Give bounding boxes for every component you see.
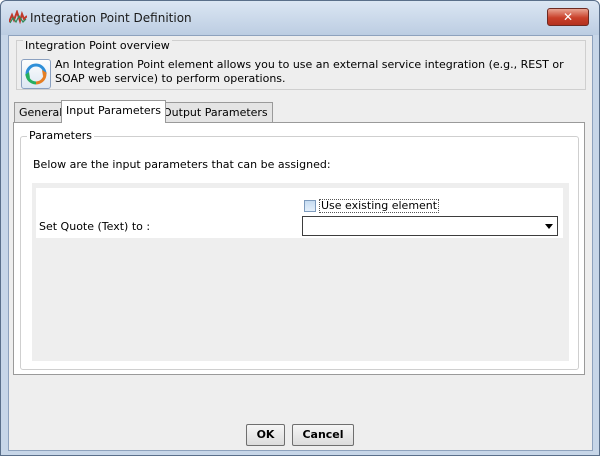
overview-title: Integration Point overview: [23, 39, 172, 52]
integration-refresh-icon: [21, 59, 51, 89]
parameters-description: Below are the input parameters that can …: [33, 158, 331, 171]
cancel-button[interactable]: Cancel: [292, 424, 354, 446]
tab-output-parameters[interactable]: Output Parameters: [158, 102, 273, 122]
overview-description: An Integration Point element allows you …: [55, 58, 564, 85]
set-quote-label: Set Quote (Text) to :: [39, 220, 151, 233]
input-parameters-panel: Parameters Below are the input parameter…: [13, 122, 585, 375]
close-button[interactable]: ✕: [547, 8, 589, 26]
use-existing-element-checkbox[interactable]: [304, 200, 316, 212]
title-bar[interactable]: Integration Point Definition ✕: [1, 1, 599, 35]
window-title: Integration Point Definition: [30, 11, 192, 25]
dialog-body: Integration Point overview An Integratio…: [8, 35, 593, 451]
parameters-title: Parameters: [27, 129, 94, 142]
dialog-window: Integration Point Definition ✕ Integrati…: [0, 0, 600, 456]
parameters-list: Set Quote (Text) to : Use existing eleme…: [32, 183, 569, 361]
parameters-group: Parameters Below are the input parameter…: [20, 129, 579, 370]
overview-group: Integration Point overview An Integratio…: [16, 39, 586, 90]
chevron-down-icon[interactable]: [545, 224, 553, 229]
ok-button[interactable]: OK: [246, 424, 285, 446]
tab-input-parameters[interactable]: Input Parameters: [61, 100, 166, 123]
app-logo-icon: [9, 10, 27, 24]
set-quote-dropdown[interactable]: [302, 216, 558, 236]
tab-general[interactable]: General: [14, 102, 68, 122]
close-icon: ✕: [562, 10, 574, 24]
use-existing-element-label[interactable]: Use existing element: [319, 199, 440, 213]
parameter-row: Set Quote (Text) to : Use existing eleme…: [36, 188, 563, 238]
